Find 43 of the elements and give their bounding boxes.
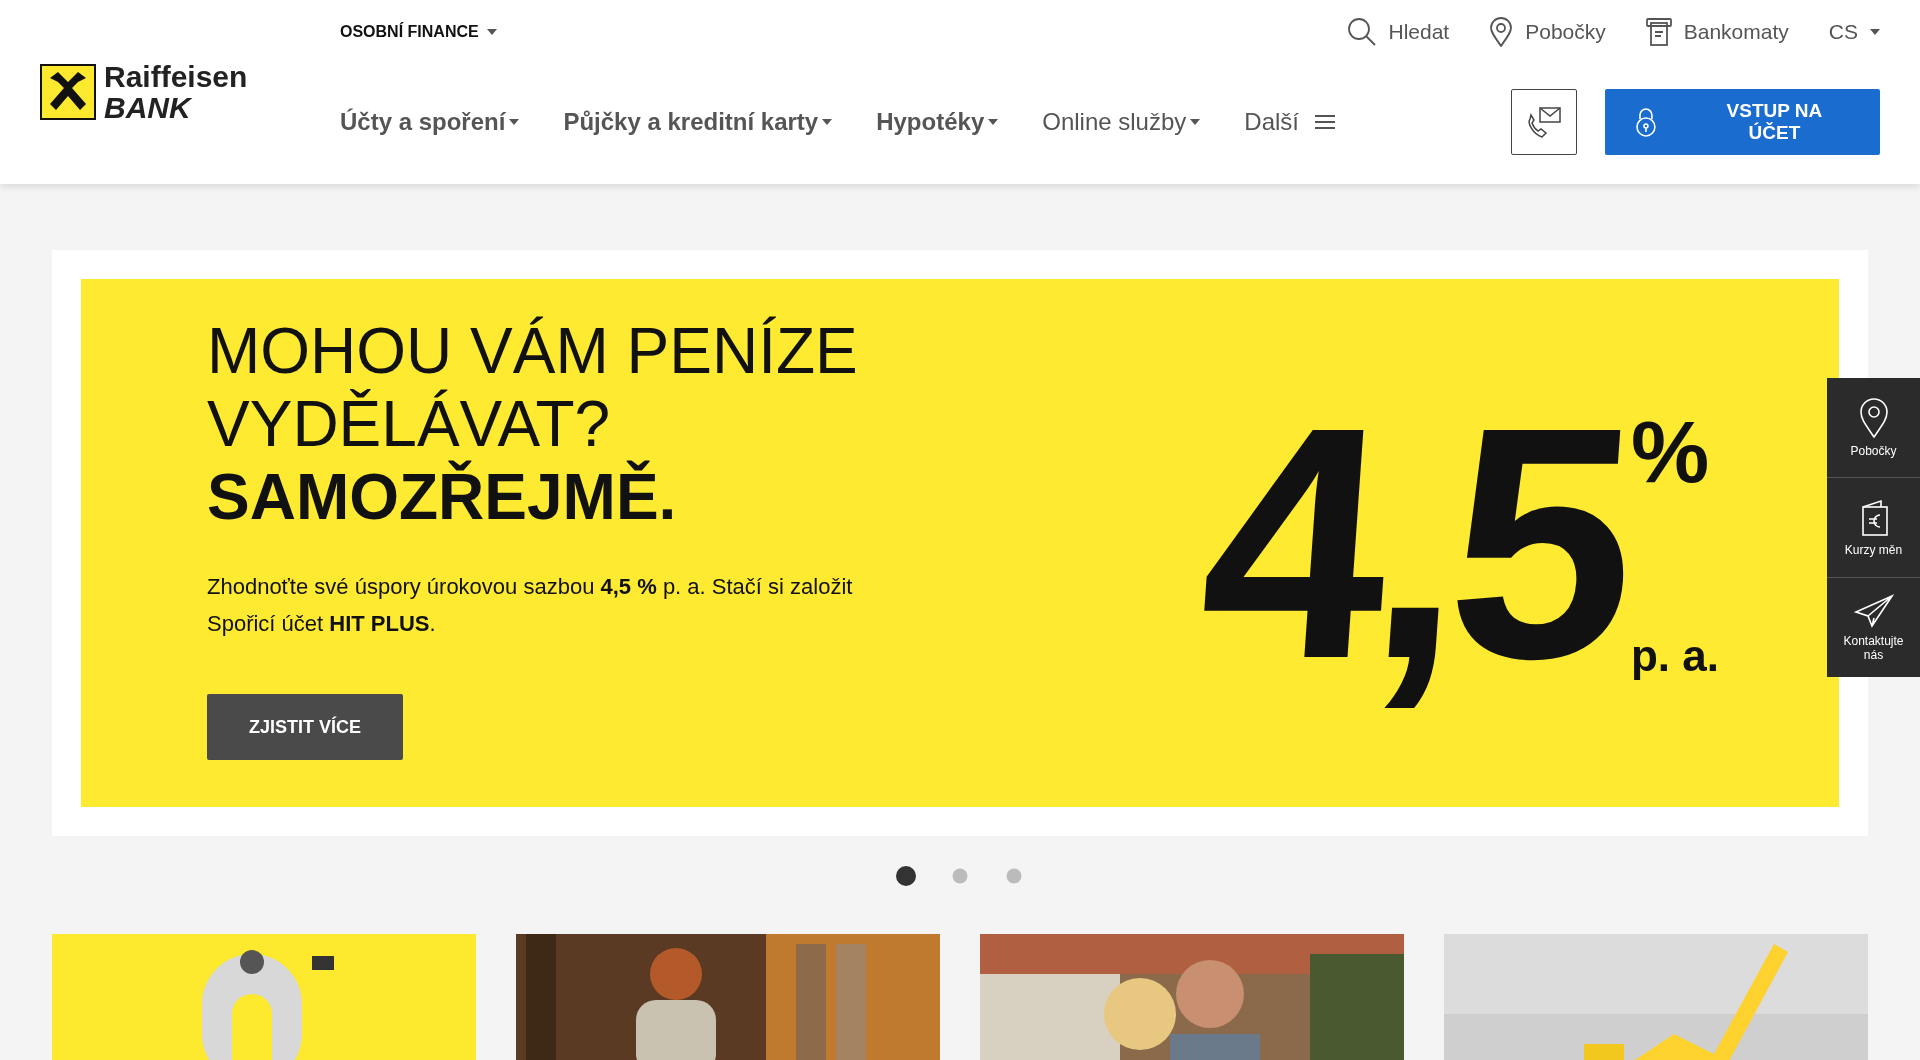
search-icon	[1346, 17, 1377, 47]
caret-icon	[988, 119, 999, 125]
promo-text: Zhodnoťte své úspory úrokovou sazbou 4,5 % p. a. Stačí si založit Spořicí účet HIT PLUS.	[207, 573, 854, 638]
rate-value: 4,5	[1192, 378, 1633, 708]
phone-mail-icon	[1526, 105, 1562, 139]
headline-line: MOHOU VÁM PENÍZE	[207, 315, 859, 388]
nav-item[interactable]: Půjčky a kreditní karty	[563, 108, 833, 136]
location-pin-icon	[1489, 17, 1514, 47]
headline-line: VYDĚLÁVAT?	[207, 388, 612, 460]
learn-more-button[interactable]: ZJISTIT VÍCE	[207, 694, 403, 760]
side-panel-link[interactable]: Kontaktujte nás	[1827, 578, 1920, 677]
utility-link[interactable]: Hledat	[1346, 17, 1450, 47]
caret-icon	[509, 119, 520, 125]
rate-unit: %	[1630, 408, 1711, 496]
headline-line: SAMOZŘEJMĚ.	[207, 461, 678, 534]
contact-button[interactable]	[1511, 89, 1577, 155]
nav-item[interactable]: Účty a spoření	[340, 108, 520, 136]
lock-icon	[1635, 107, 1657, 137]
language-dropdown[interactable]: CS	[1828, 20, 1880, 44]
location-pin-icon	[1858, 397, 1889, 438]
side-panel-link[interactable]: Kurzy měn	[1827, 478, 1920, 578]
carousel-dot[interactable]	[896, 866, 916, 886]
segment-dropdown[interactable]: OSOBNÍ FINANCE	[340, 23, 497, 41]
logo-text: Raiffeisen	[104, 61, 248, 92]
logo-text: BANK	[104, 92, 193, 123]
carousel-dot[interactable]	[1006, 868, 1022, 884]
atm-icon	[1645, 17, 1672, 47]
caret-icon	[1190, 119, 1201, 125]
menu-icon	[1315, 114, 1335, 130]
rate-period: p. a.	[1630, 634, 1719, 678]
caret-icon	[1870, 29, 1880, 35]
nav-item[interactable]: Další	[1244, 108, 1335, 136]
nav-item[interactable]: Hypotéky	[876, 108, 999, 136]
carousel-dot[interactable]	[952, 868, 968, 884]
utility-link[interactable]: Bankomaty	[1645, 17, 1789, 47]
utility-link[interactable]: Pobočky	[1489, 17, 1606, 47]
nav-item[interactable]: Online služby	[1042, 108, 1201, 136]
paper-plane-icon	[1853, 593, 1894, 628]
caret-icon	[486, 29, 497, 35]
login-button[interactable]: VSTUP NA ÚČET	[1605, 89, 1880, 155]
side-panel-link[interactable]: Pobočky	[1827, 378, 1920, 478]
caret-icon	[822, 119, 833, 125]
logo-icon	[40, 64, 96, 120]
